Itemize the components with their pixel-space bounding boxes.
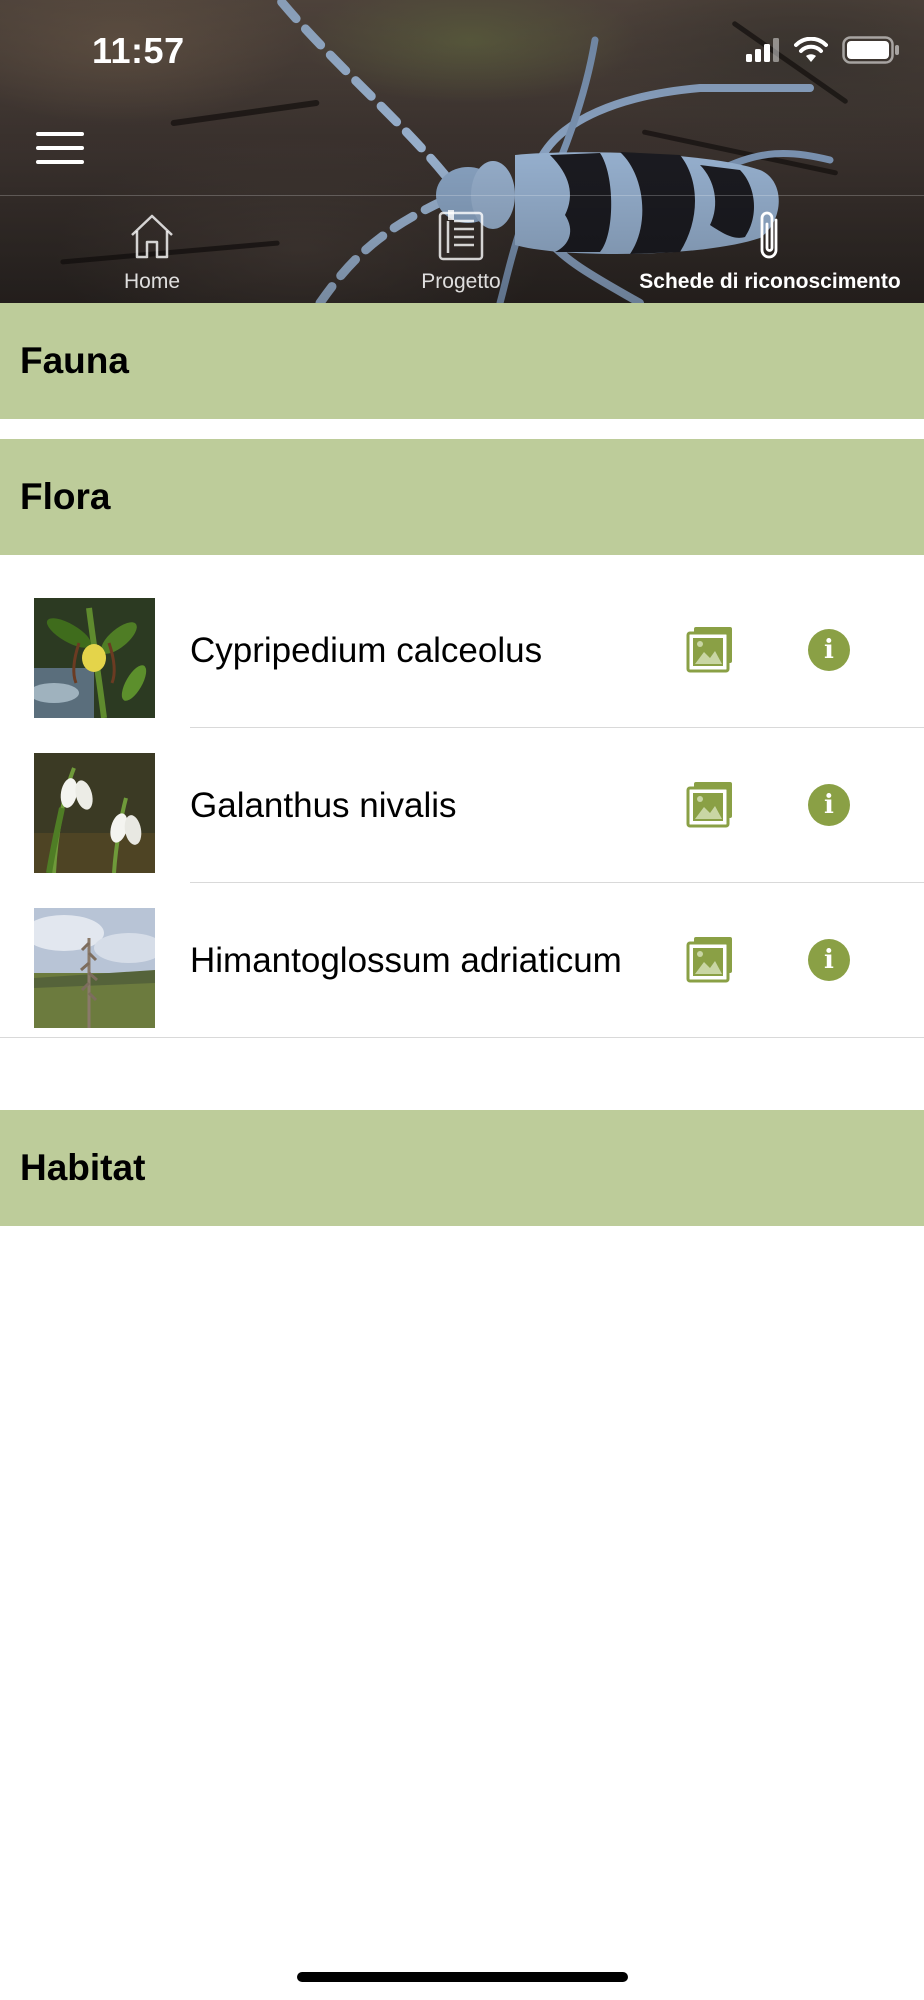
menu-line	[36, 160, 84, 164]
species-thumbnail	[34, 908, 155, 1028]
species-name: Himantoglossum adriaticum	[190, 940, 622, 980]
info-icon[interactable]: i	[808, 784, 850, 826]
status-time: 11:57	[92, 30, 185, 71]
tab-schede-di-riconoscimento[interactable]: Schede di riconoscimento	[632, 208, 908, 298]
gallery-icon[interactable]	[686, 780, 734, 828]
battery-icon	[842, 36, 899, 64]
species-name: Galanthus nivalis	[190, 785, 457, 825]
header-divider	[0, 195, 924, 196]
signal-icon	[746, 38, 779, 62]
paperclip-icon	[753, 208, 787, 264]
home-indicator[interactable]	[297, 1972, 628, 1982]
menu-line	[36, 132, 84, 136]
tab-progetto[interactable]: Progetto	[400, 208, 522, 298]
menu-line	[36, 146, 84, 150]
section-header-habitat[interactable]: Habitat	[0, 1110, 924, 1226]
wifi-icon	[794, 37, 828, 62]
tab-progetto-label: Progetto	[421, 270, 501, 293]
header-banner: 11:57 Home Progetto Schede di riconoscim…	[0, 0, 924, 303]
info-icon[interactable]: i	[808, 629, 850, 671]
species-name: Cypripedium calceolus	[190, 630, 543, 670]
gallery-icon[interactable]	[686, 935, 734, 983]
section-header-flora[interactable]: Flora	[0, 439, 924, 555]
tab-home[interactable]: Home	[116, 208, 188, 298]
list-item-himantoglossum-adriaticum[interactable]: Himantoglossum adriaticum i	[0, 883, 924, 1038]
species-thumbnail	[34, 598, 155, 718]
status-icons	[746, 36, 900, 64]
tab-home-label: Home	[123, 270, 181, 293]
hamburger-menu-icon[interactable]	[36, 132, 84, 166]
info-icon[interactable]: i	[808, 939, 850, 981]
list-item-galanthus-nivalis[interactable]: Galanthus nivalis i	[0, 728, 924, 883]
list-item-cypripedium-calceolus[interactable]: Cypripedium calceolus i	[0, 573, 924, 728]
tab-schede-label: Schede di riconoscimento	[639, 270, 901, 293]
gallery-icon[interactable]	[686, 625, 734, 673]
section-header-fauna[interactable]: Fauna	[0, 303, 924, 419]
house-icon	[128, 208, 176, 264]
document-icon	[436, 208, 486, 264]
species-thumbnail	[34, 753, 155, 873]
section-title-habitat: Habitat	[20, 1147, 146, 1188]
section-title-fauna: Fauna	[20, 340, 129, 381]
row-divider	[0, 1037, 924, 1038]
section-title-flora: Flora	[20, 476, 111, 517]
